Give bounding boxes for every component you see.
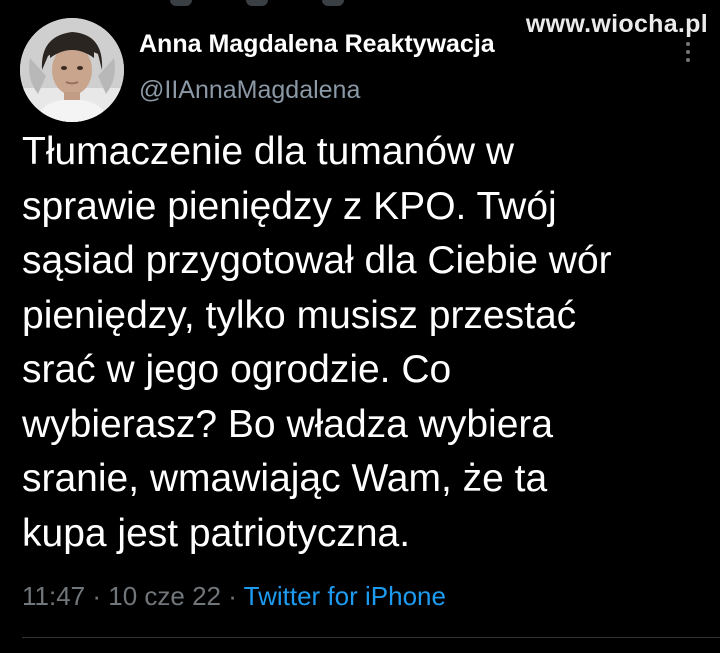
tweet-line: kupa jest patriotyczna. (22, 511, 411, 555)
site-watermark: www.wiocha.pl (525, 10, 708, 38)
divider (22, 637, 720, 638)
meta-separator: · (85, 581, 109, 611)
previous-tweet-actions-remnant (170, 0, 344, 6)
tweet-line: Tłumaczenie dla tumanów w (22, 130, 515, 173)
dot (686, 42, 690, 46)
dot (686, 50, 690, 54)
previous-action-icon (322, 0, 344, 6)
tweet-line: sąsiad przygotował dla Ciebie wór (22, 239, 612, 282)
more-dots-icon[interactable] (686, 42, 692, 62)
author-handle[interactable]: @IIAnnaMagdalena (139, 76, 360, 105)
dot (686, 58, 690, 62)
tweet-line: sranie, wmawiając Wam, że ta (22, 457, 548, 500)
tweet-line: wybierasz? Bo władza wybiera (22, 402, 554, 446)
meta-separator: · (221, 581, 244, 611)
tweet-line: srać w jego ogrodzie. Co (22, 348, 452, 391)
previous-action-icon (246, 0, 268, 6)
author-name[interactable]: Anna Magdalena Reaktywacja (139, 30, 495, 59)
tweet-date[interactable]: 10 cze 22 (108, 581, 221, 611)
profile-photo-icon (20, 18, 124, 122)
avatar[interactable] (20, 18, 124, 122)
tweet-meta: 11:47 · 10 cze 22 · Twitter for iPhone (22, 581, 446, 612)
tweet-source-link[interactable]: Twitter for iPhone (244, 581, 446, 611)
tweet-text: Tłumaczenie dla tumanów w sprawie pienię… (22, 125, 702, 561)
tweet-time[interactable]: 11:47 (22, 581, 85, 611)
previous-action-icon (170, 0, 192, 6)
tweet-line: sprawie pieniędzy z KPO. Twój (22, 184, 557, 228)
tweet-line: pieniędzy, tylko musisz przestać (22, 293, 577, 337)
